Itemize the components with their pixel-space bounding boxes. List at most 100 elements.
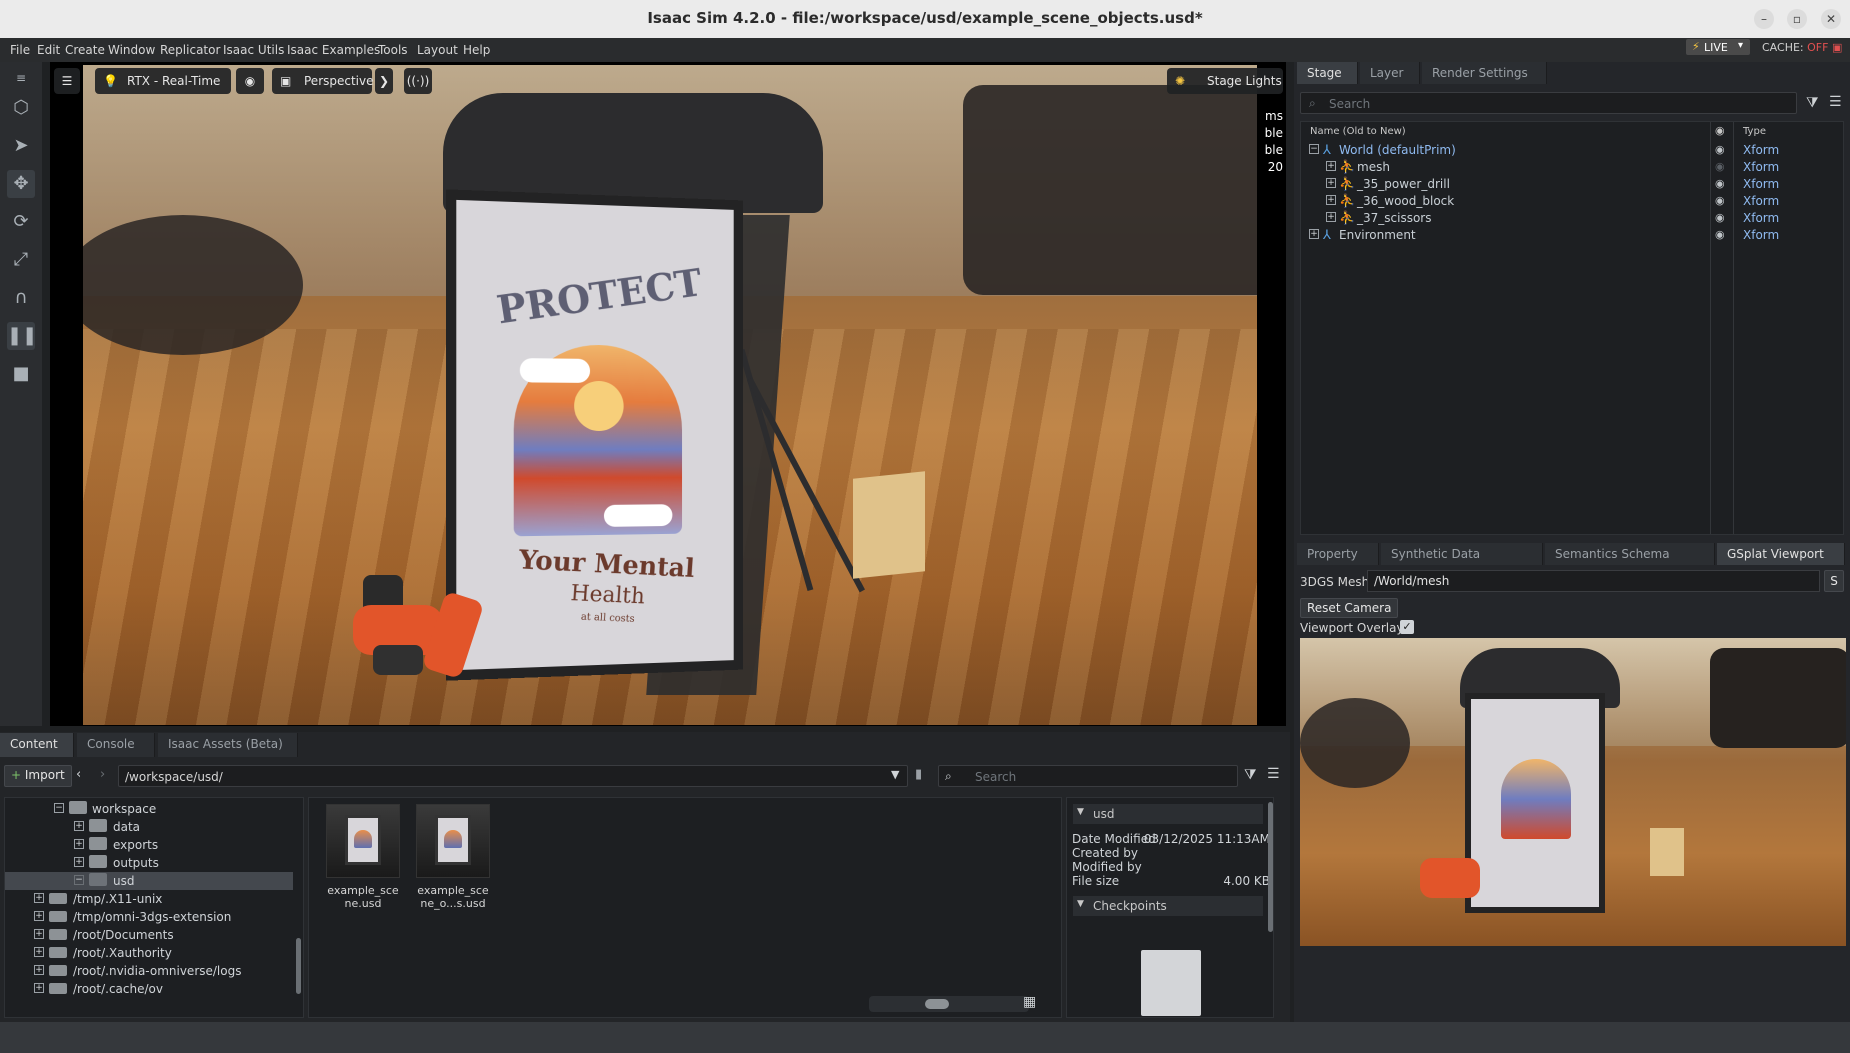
- expand-icon[interactable]: +: [1326, 178, 1336, 188]
- camera-button[interactable]: ▣ Perspective: [272, 68, 372, 94]
- drive-row[interactable]: + /tmp/omni-3dgs-extension: [5, 908, 303, 926]
- menu-layout[interactable]: Layout: [417, 43, 458, 57]
- render-mode-button[interactable]: 💡 RTX - Real-Time: [95, 68, 231, 94]
- broadcast-icon[interactable]: ((·)): [404, 68, 432, 94]
- menu-tools[interactable]: Tools: [378, 43, 408, 57]
- collapse-icon[interactable]: −: [74, 875, 84, 885]
- bookmark-icon[interactable]: ▮: [915, 767, 922, 782]
- folder-row-selected[interactable]: − usd: [5, 872, 293, 890]
- expand-icon[interactable]: +: [34, 893, 44, 903]
- menu-hamburger-icon[interactable]: ☰: [1267, 766, 1280, 782]
- visibility-eye-icon[interactable]: ◉: [1715, 228, 1725, 241]
- rotate-icon[interactable]: ⟳: [7, 208, 35, 236]
- menu-window[interactable]: Window: [108, 43, 155, 57]
- close-icon[interactable]: ✕: [1821, 9, 1841, 29]
- viewport-settings-icon[interactable]: ☰: [54, 68, 80, 94]
- filter-icon[interactable]: ⧩: [1244, 767, 1257, 783]
- expand-icon[interactable]: +: [74, 857, 84, 867]
- select-arrow-icon[interactable]: ➤: [7, 132, 35, 160]
- chevron-down-icon[interactable]: ▼: [1077, 807, 1084, 817]
- expand-icon[interactable]: +: [34, 947, 44, 957]
- reset-camera-button[interactable]: Reset Camera: [1300, 598, 1398, 618]
- filter-icon[interactable]: ⧩: [1806, 95, 1819, 111]
- mesh-path-field[interactable]: /World/mesh: [1367, 570, 1820, 592]
- tab-render-settings[interactable]: Render Settings: [1422, 62, 1547, 84]
- menu-help[interactable]: Help: [463, 43, 490, 57]
- cube-select-icon[interactable]: ⬡: [7, 94, 35, 122]
- menu-replicator[interactable]: Replicator: [160, 43, 220, 57]
- drive-row[interactable]: + /root/Documents: [5, 926, 303, 944]
- chevron-down-icon[interactable]: ▾: [1738, 40, 1743, 51]
- expand-icon[interactable]: +: [34, 929, 44, 939]
- expand-icon[interactable]: +: [1326, 161, 1336, 171]
- stop-icon[interactable]: ■: [7, 360, 35, 388]
- folder-row[interactable]: − workspace: [5, 800, 303, 818]
- horizontal-scrollbar[interactable]: [869, 996, 1029, 1012]
- live-button[interactable]: ⚡ LIVE ▾: [1686, 39, 1750, 55]
- dropdown-triangle-icon[interactable]: ▼: [891, 768, 899, 781]
- tab-property[interactable]: Property: [1297, 543, 1379, 565]
- drive-row[interactable]: + /root/.Xauthority: [5, 944, 303, 962]
- checkpoints-header[interactable]: ▼ Checkpoints: [1073, 896, 1263, 916]
- select-button[interactable]: S: [1824, 570, 1844, 592]
- tree-row-world[interactable]: − ⅄ World (defaultPrim) ◉ Xform: [1301, 142, 1843, 159]
- gsplat-viewport[interactable]: [1300, 638, 1846, 946]
- folder-row[interactable]: + exports: [5, 836, 303, 854]
- grid-view-icon[interactable]: ▦: [1023, 994, 1036, 1010]
- expand-icon[interactable]: +: [34, 983, 44, 993]
- back-arrow-icon[interactable]: ‹: [76, 767, 81, 782]
- tab-console[interactable]: Console: [77, 733, 155, 757]
- expand-icon[interactable]: +: [1326, 212, 1336, 222]
- folder-row[interactable]: + data: [5, 818, 303, 836]
- menu-isaac-examples[interactable]: Isaac Examples: [287, 43, 380, 57]
- tab-stage[interactable]: Stage: [1297, 62, 1358, 84]
- info-header[interactable]: ▼ usd: [1073, 804, 1263, 824]
- menu-create[interactable]: Create: [65, 43, 105, 57]
- drive-row[interactable]: + /root/.nvidia-omniverse/logs: [5, 962, 303, 980]
- path-field[interactable]: /workspace/usd/ ▼: [118, 765, 908, 787]
- snap-magnet-icon[interactable]: ∩: [7, 284, 35, 312]
- visibility-eye-icon[interactable]: ◉: [1715, 211, 1725, 224]
- tree-row-wood-block[interactable]: + ⛹ _36_wood_block ◉ Xform: [1301, 193, 1843, 210]
- menu-hamburger-icon[interactable]: ☰: [1829, 94, 1842, 110]
- expand-icon[interactable]: +: [1326, 195, 1336, 205]
- viewport-overlay-checkbox[interactable]: ✓: [1400, 620, 1414, 634]
- drive-row[interactable]: + /tmp/.X11-unix: [5, 890, 303, 908]
- minimize-icon[interactable]: –: [1754, 9, 1774, 29]
- col-type-header[interactable]: Type: [1743, 126, 1766, 137]
- cache-status[interactable]: CACHE: OFF ▣: [1762, 41, 1842, 54]
- forward-arrow-icon[interactable]: ›: [100, 767, 105, 782]
- tab-isaac-assets[interactable]: Isaac Assets (Beta): [158, 733, 298, 757]
- visibility-eye-icon[interactable]: ◉: [1715, 177, 1725, 190]
- tree-row-environment[interactable]: + ⅄ Environment ◉ Xform: [1301, 227, 1843, 244]
- drive-row[interactable]: + /root/.cache/ov: [5, 980, 303, 998]
- collapse-icon[interactable]: −: [54, 803, 64, 813]
- tab-synthetic-data-recorder[interactable]: Synthetic Data Recorder: [1381, 543, 1543, 565]
- pause-icon[interactable]: ❚❚: [7, 322, 35, 350]
- chevron-down-icon[interactable]: ▼: [1077, 899, 1084, 909]
- tab-semantics-schema-editor[interactable]: Semantics Schema Editor: [1545, 543, 1715, 565]
- scale-icon[interactable]: ⤢: [7, 246, 35, 274]
- tab-layer[interactable]: Layer: [1360, 62, 1420, 84]
- tree-row-power-drill[interactable]: + ⛹ _35_power_drill ◉ Xform: [1301, 176, 1843, 193]
- maximize-icon[interactable]: ▫: [1787, 9, 1807, 29]
- expand-icon[interactable]: +: [34, 911, 44, 921]
- import-button[interactable]: + Import: [4, 765, 72, 787]
- col-name-header[interactable]: Name (Old to New): [1310, 126, 1406, 137]
- visibility-eye-icon[interactable]: ◉: [1715, 160, 1725, 173]
- info-scrollbar[interactable]: [1268, 802, 1273, 932]
- collapse-icon[interactable]: −: [1309, 144, 1319, 154]
- expand-icon[interactable]: +: [1309, 229, 1319, 239]
- stage-search-input[interactable]: ⌕ Search: [1300, 92, 1797, 114]
- tree-scrollbar[interactable]: [296, 938, 301, 994]
- file-item[interactable]: example_sce ne.usd: [319, 804, 407, 910]
- expand-icon[interactable]: +: [74, 821, 84, 831]
- tab-gsplat-viewport[interactable]: GSplat Viewport: [1717, 543, 1845, 565]
- scene-render[interactable]: PROTECT Your Mental Health at all costs: [83, 65, 1257, 725]
- menu-isaac-utils[interactable]: Isaac Utils: [223, 43, 284, 57]
- tab-content[interactable]: Content: [0, 733, 74, 757]
- menu-file[interactable]: File: [10, 43, 30, 57]
- expand-icon[interactable]: +: [34, 965, 44, 975]
- visibility-eye-icon[interactable]: ◉: [1715, 194, 1725, 207]
- eye-icon[interactable]: ◉: [236, 68, 264, 94]
